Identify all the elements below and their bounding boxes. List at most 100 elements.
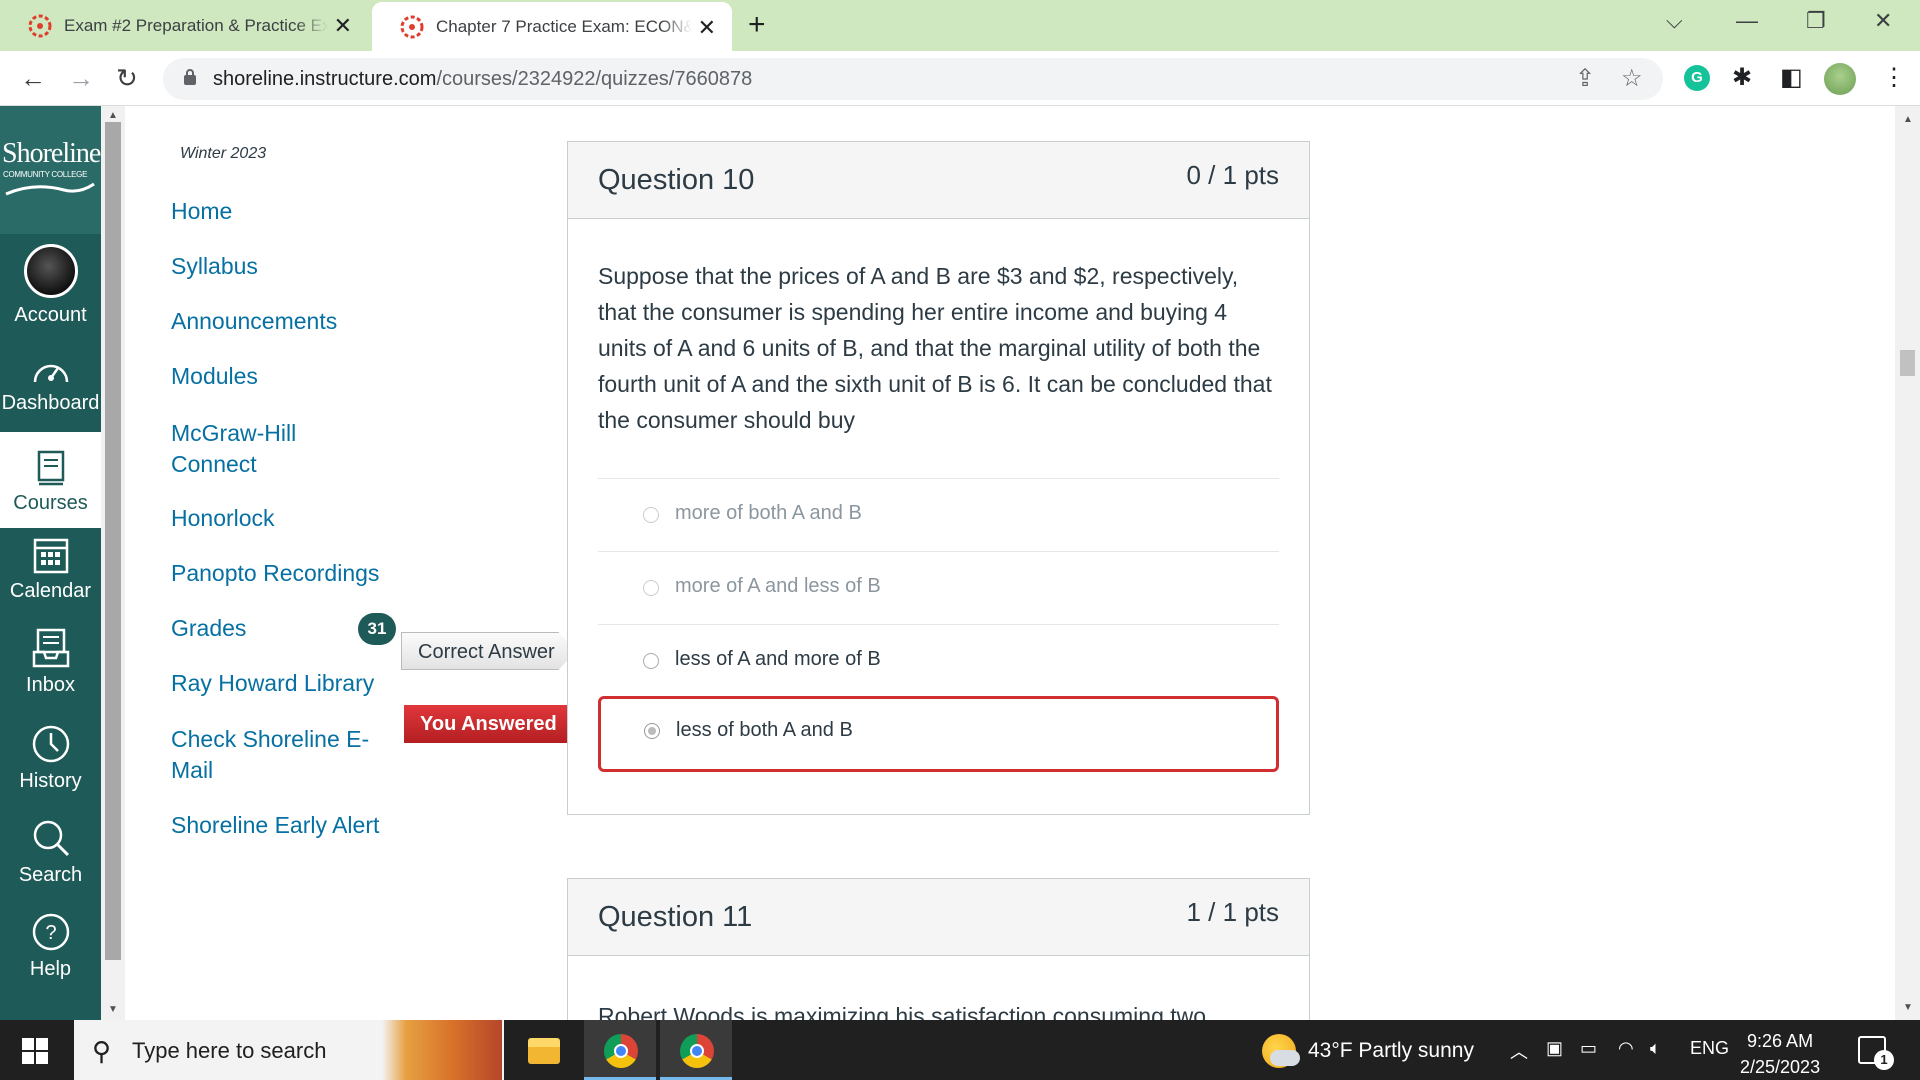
notification-count: 1 (1874, 1050, 1894, 1070)
nav-scrollbar[interactable]: ▲ ▼ (101, 106, 125, 1020)
weather-widget[interactable]: 43°F Partly sunny (1262, 1034, 1474, 1068)
course-nav-honorlock[interactable]: Honorlock (171, 503, 275, 534)
logo-swoosh-icon (5, 182, 95, 196)
nav-scroll-thumb[interactable] (105, 122, 121, 960)
question-title: Question 11 (598, 901, 753, 933)
restore-icon[interactable]: ❐ (1806, 8, 1826, 34)
course-nav-syllabus[interactable]: Syllabus (171, 251, 258, 282)
course-term: Winter 2023 (180, 145, 267, 162)
share-icon[interactable]: ⇪ (1575, 64, 1595, 93)
nav-dashboard[interactable]: Dashboard (0, 356, 101, 415)
tab-title: Chapter 7 Practice Exam: ECON&201 (436, 16, 692, 36)
url-bar[interactable]: shoreline.instructure.com/courses/232492… (163, 58, 1663, 100)
course-nav-panopto[interactable]: Panopto Recordings (171, 558, 379, 589)
answer-label: less of A and more of B (675, 648, 881, 670)
new-tab-icon[interactable]: + (748, 8, 766, 42)
you-answered-flag: You Answered (404, 705, 594, 743)
nav-help[interactable]: ? Help (0, 912, 101, 981)
tab-search-icon[interactable]: ⌵ (1666, 8, 1683, 34)
taskbar-clock[interactable]: 9:26 AM 2/25/2023 (1740, 1028, 1820, 1080)
menu-kebab-icon[interactable]: ⋮ (1882, 63, 1906, 92)
question-10-card: Question 10 0 / 1 pts Suppose that the p… (567, 141, 1310, 815)
taskbar-search-box[interactable]: ⚲ Type here to search (74, 1020, 504, 1080)
history-icon (32, 725, 69, 763)
answer-label: less of both A and B (676, 719, 853, 741)
course-nav-early-alert[interactable]: Shoreline Early Alert (171, 810, 379, 841)
course-nav-home[interactable]: Home (171, 196, 232, 227)
scroll-down-icon[interactable]: ▼ (1903, 1002, 1913, 1013)
windows-start-icon[interactable] (22, 1038, 48, 1064)
radio-button (643, 580, 659, 596)
nav-calendar[interactable]: Calendar (0, 534, 101, 603)
minimize-icon[interactable]: — (1736, 8, 1758, 34)
nav-label: Help (29, 958, 72, 980)
battery-icon[interactable]: ▭ (1580, 1038, 1597, 1059)
side-panel-icon[interactable]: ◧ (1780, 63, 1803, 92)
inbox-icon (32, 628, 69, 668)
course-nav-connect[interactable]: Connect (171, 449, 257, 480)
nav-courses[interactable]: Courses (0, 432, 101, 528)
help-icon: ? (32, 913, 69, 951)
course-nav-email[interactable]: Check Shoreline E- (171, 724, 369, 755)
url-path: /courses/2324922/quizzes/7660878 (436, 68, 753, 90)
nav-account[interactable]: Account (0, 244, 101, 327)
meet-now-icon[interactable]: ▣ (1546, 1038, 1563, 1059)
bookmark-star-icon[interactable]: ☆ (1621, 64, 1643, 93)
course-nav-email-line2[interactable]: Mail (171, 755, 213, 786)
show-hidden-icons-icon[interactable]: ︿ (1510, 1038, 1528, 1064)
question-points: 1 / 1 pts (1186, 897, 1280, 927)
page-scroll-thumb[interactable] (1900, 350, 1915, 376)
radio-button (643, 653, 659, 669)
answer-label: more of both A and B (675, 502, 862, 524)
forward-icon[interactable]: → (68, 63, 94, 94)
course-nav-modules[interactable]: Modules (171, 361, 258, 392)
correct-answer-flag: Correct Answer (401, 632, 576, 670)
file-explorer-app[interactable] (508, 1020, 580, 1080)
windows-taskbar: ⚲ Type here to search 43°F Partly sunny … (0, 1020, 1920, 1080)
tab-exam-preparation[interactable]: Exam #2 Preparation & Practice Exam ✕ (0, 0, 368, 51)
wifi-icon[interactable]: ◠ (1618, 1038, 1634, 1059)
nav-search[interactable]: Search (0, 818, 101, 887)
canvas-favicon-icon (28, 14, 52, 37)
calendar-icon (33, 538, 68, 574)
close-tab-icon[interactable]: ✕ (698, 15, 716, 41)
nav-label: History (19, 770, 82, 792)
notifications-icon[interactable]: 1 (1858, 1036, 1894, 1070)
chrome-app-1[interactable] (584, 1020, 656, 1080)
folder-icon (528, 1038, 560, 1064)
grammarly-extension-icon[interactable]: G (1684, 65, 1710, 91)
clock-time: 9:26 AM (1747, 1031, 1814, 1051)
chrome-app-2[interactable] (660, 1020, 732, 1080)
extensions-puzzle-icon[interactable]: ✱ (1732, 63, 1752, 92)
answer-option-correct: less of A and more of B (598, 624, 1279, 696)
close-window-icon[interactable]: ✕ (1874, 8, 1892, 34)
course-nav-announcements[interactable]: Announcements (171, 306, 337, 337)
question-text: Suppose that the prices of A and B are $… (598, 263, 1272, 433)
weather-text: 43°F Partly sunny (1308, 1039, 1474, 1062)
search-highlight-image (382, 1020, 502, 1080)
url-text: shoreline.instructure.com/courses/232492… (213, 68, 752, 91)
canvas-favicon-icon (400, 15, 424, 38)
scroll-up-icon[interactable]: ▲ (1903, 114, 1913, 125)
nav-inbox[interactable]: Inbox (0, 628, 101, 697)
course-nav-grades[interactable]: Grades (171, 613, 246, 644)
input-language[interactable]: ENG (1690, 1038, 1729, 1059)
course-nav-mcgraw-hill[interactable]: McGraw-Hill (171, 418, 296, 449)
logo-subtitle: COMMUNITY COLLEGE (3, 170, 88, 179)
reload-icon[interactable]: ↻ (116, 63, 138, 94)
close-tab-icon[interactable]: ✕ (334, 13, 352, 39)
nav-label: Search (18, 864, 83, 886)
nav-label: Calendar (9, 580, 92, 602)
profile-avatar[interactable] (1824, 63, 1856, 95)
shoreline-logo[interactable]: Shoreline COMMUNITY COLLEGE (0, 106, 101, 234)
address-toolbar: ← → ↻ shoreline.instructure.com/courses/… (0, 51, 1920, 106)
tab-chapter7-exam[interactable]: Chapter 7 Practice Exam: ECON&201 ✕ (372, 2, 732, 51)
url-domain: shoreline.instructure.com (213, 68, 437, 90)
course-nav-library[interactable]: Ray Howard Library (171, 668, 374, 699)
back-icon[interactable]: ← (20, 63, 46, 94)
scroll-up-icon[interactable]: ▲ (108, 110, 118, 121)
page-scrollbar[interactable]: ▲ ▼ (1895, 106, 1920, 1020)
scroll-down-icon[interactable]: ▼ (108, 1004, 118, 1015)
volume-icon[interactable]: 🔈︎ (1650, 1038, 1661, 1059)
nav-history[interactable]: History (0, 724, 101, 793)
